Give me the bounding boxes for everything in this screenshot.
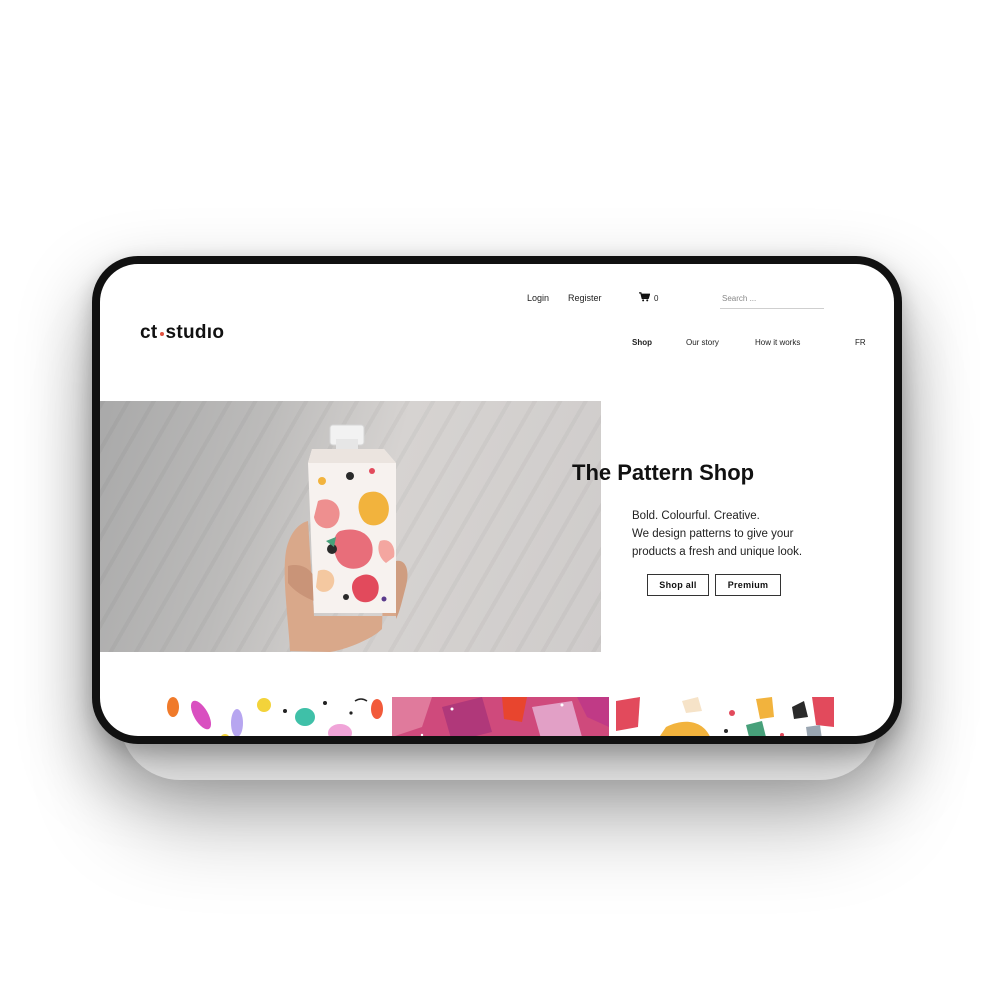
- website-screen: Login Register 0 ct studıo Shop Our stor…: [100, 264, 894, 736]
- pattern-tile-watercolor[interactable]: [165, 697, 384, 736]
- nav-item-how-it-works[interactable]: How it works: [755, 338, 800, 347]
- logo-text-left: ct: [140, 322, 158, 343]
- language-switch[interactable]: FR: [855, 338, 866, 347]
- nav-item-shop[interactable]: Shop: [632, 338, 652, 347]
- premium-button[interactable]: Premium: [715, 574, 781, 596]
- hero-title: The Pattern Shop: [572, 460, 755, 485]
- tagline-line: Bold. Colourful. Creative.: [632, 510, 760, 522]
- watercolor-pattern-image: [167, 697, 383, 736]
- logo-text-right: studıo: [165, 322, 225, 343]
- search-input[interactable]: [720, 288, 824, 309]
- tagline-line: products a fresh and unique look.: [632, 546, 803, 558]
- cart-button[interactable]: 0: [639, 292, 658, 304]
- shop-all-button[interactable]: Shop all: [647, 574, 709, 596]
- brand-logo[interactable]: ct studıo: [140, 322, 224, 344]
- device-frame: Login Register 0 ct studıo Shop Our stor…: [92, 256, 902, 744]
- hero-image: [100, 401, 601, 652]
- login-link[interactable]: Login: [527, 293, 549, 303]
- hero-tagline: Bold. Colourful. Creative. We design pat…: [632, 507, 802, 561]
- logo-dot: [159, 332, 164, 336]
- terrazzo-pattern-image: [616, 697, 834, 736]
- nav-item-our-story[interactable]: Our story: [686, 338, 719, 347]
- hand-with-carton-illustration: [284, 424, 408, 652]
- tagline-line: We design patterns to give your: [632, 528, 794, 540]
- pattern-gallery: [165, 697, 834, 736]
- cart-icon: [639, 292, 651, 304]
- pattern-tile-pink-abstract[interactable]: [392, 697, 609, 736]
- pattern-tile-terrazzo[interactable]: [616, 697, 834, 736]
- register-link[interactable]: Register: [568, 293, 602, 303]
- pink-abstract-pattern-image: [392, 697, 609, 736]
- cart-count: 0: [654, 293, 659, 303]
